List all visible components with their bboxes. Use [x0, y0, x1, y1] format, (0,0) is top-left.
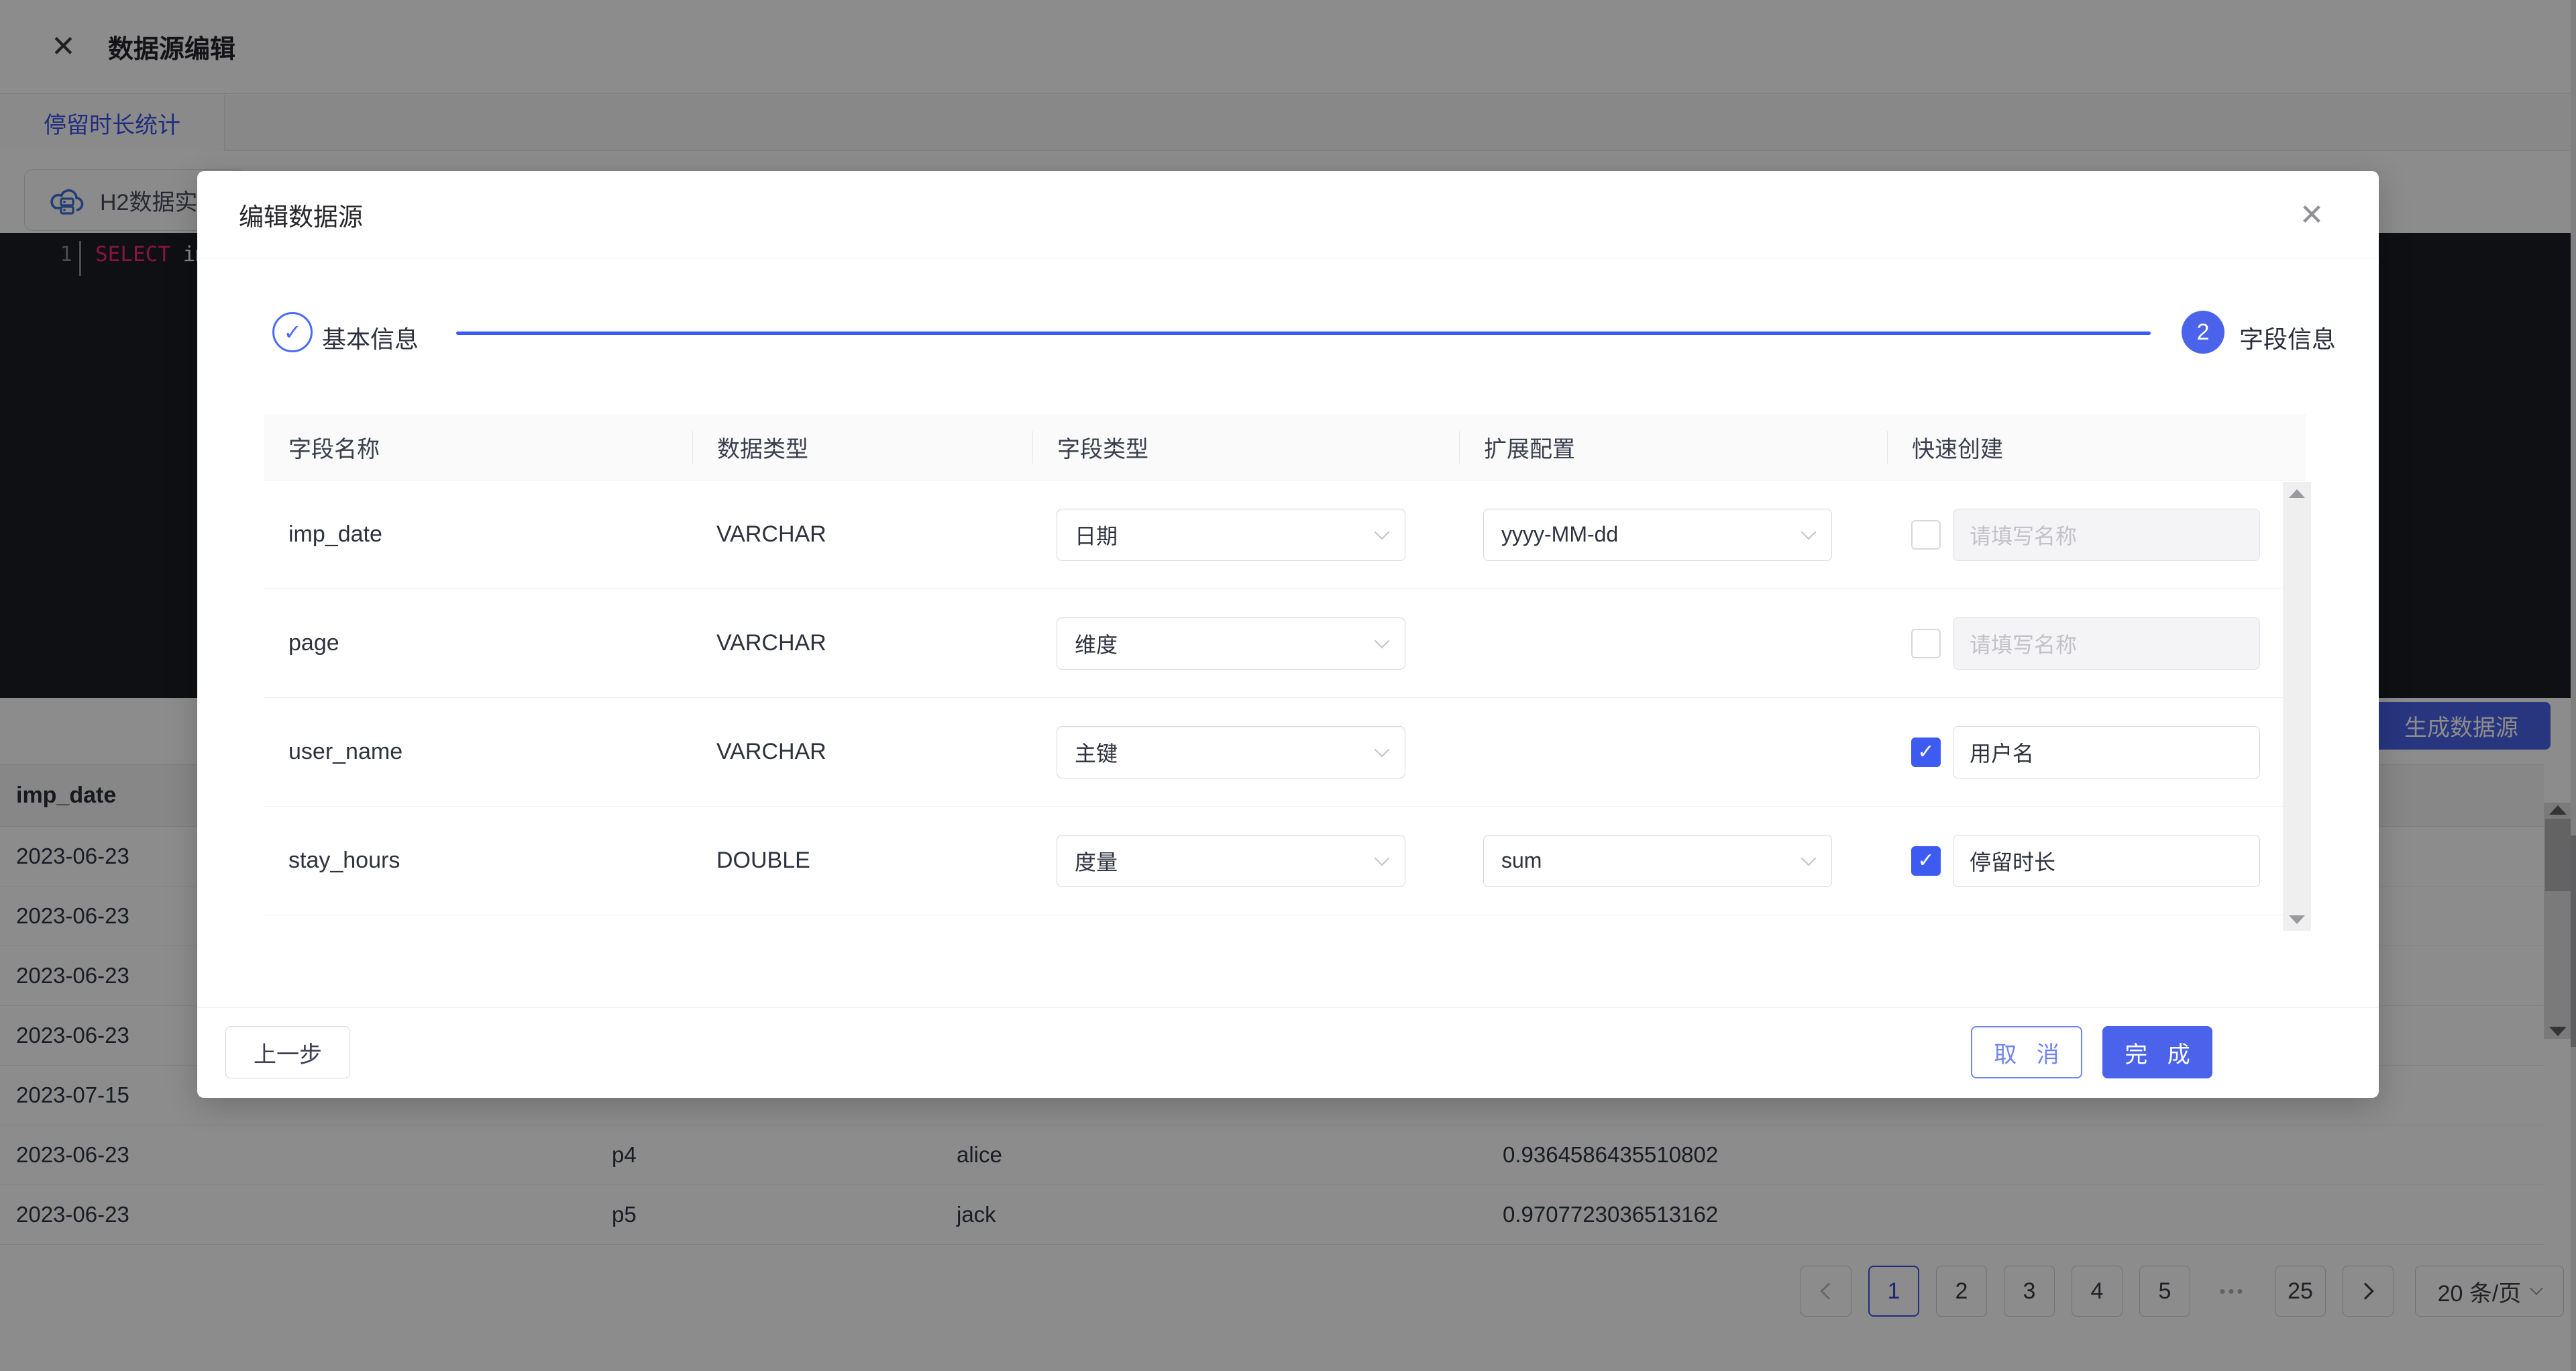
quick-create-name-input[interactable]: 请填写名称 — [1953, 509, 2260, 561]
field-name: stay_hours — [264, 848, 692, 874]
field-name: page — [264, 630, 692, 656]
modal-title: 编辑数据源 — [239, 197, 363, 233]
close-icon[interactable]: ✕ — [2271, 171, 2352, 258]
field-type-select[interactable]: 主键 — [1057, 726, 1405, 778]
step2-label: 字段信息 — [2239, 320, 2336, 355]
field-table-header: 字段名称数据类型字段类型扩展配置快速创建 — [264, 414, 2306, 480]
field-column-header: 扩展配置 — [1459, 431, 1887, 464]
edit-datasource-modal: 编辑数据源 ✕ ✓ 基本信息 2 字段信息 字段名称数据类型字段类型扩展配置快速… — [197, 171, 2379, 1098]
field-table-body: imp_dateVARCHAR日期yyyy-MM-dd请填写名称pageVARC… — [264, 480, 2306, 915]
step-connector — [456, 332, 2151, 335]
field-type-select[interactable]: 度量 — [1057, 835, 1405, 887]
chevron-down-icon — [1801, 850, 1817, 866]
input-placeholder: 请填写名称 — [1970, 628, 2077, 659]
modal-footer: 上一步 取 消 完 成 — [197, 1007, 2379, 1098]
scroll-up-icon[interactable] — [2283, 485, 2311, 502]
field-type-select[interactable]: 日期 — [1057, 509, 1405, 561]
field-row: user_nameVARCHAR 主键 ✓ 用户名 — [264, 697, 2306, 806]
field-row: pageVARCHAR 维度 请填写名称 — [264, 589, 2306, 697]
chevron-down-icon — [1375, 850, 1390, 866]
field-type-value: 日期 — [1075, 519, 1118, 550]
field-name: user_name — [264, 739, 692, 765]
quick-create-cell: 请填写名称 — [1887, 509, 2306, 561]
chevron-down-icon — [1375, 742, 1390, 757]
stepper: ✓ 基本信息 2 字段信息 — [197, 312, 2379, 359]
quick-create-checkbox[interactable]: ✓ — [1911, 738, 1941, 767]
field-type-value: 维度 — [1075, 628, 1118, 659]
ext-config-select[interactable]: yyyy-MM-dd — [1483, 509, 1832, 561]
field-data-type: DOUBLE — [692, 848, 1032, 874]
quick-create-name-input[interactable]: 用户名 — [1953, 726, 2260, 778]
previous-step-button[interactable]: 上一步 — [225, 1026, 350, 1078]
field-type-select[interactable]: 维度 — [1057, 617, 1405, 670]
quick-create-cell: 请填写名称 — [1887, 617, 2306, 670]
field-column-header: 数据类型 — [692, 431, 1032, 464]
scroll-down-icon[interactable] — [2283, 911, 2311, 928]
chevron-down-icon — [1375, 633, 1390, 648]
chevron-down-icon — [1375, 524, 1390, 540]
step2-badge: 2 — [2182, 311, 2224, 354]
field-table-scrollbar[interactable] — [2283, 482, 2311, 931]
quick-create-checkbox[interactable]: ✓ — [1911, 846, 1941, 876]
ext-config-value: yyyy-MM-dd — [1501, 522, 1618, 547]
field-type-value: 主键 — [1075, 737, 1118, 768]
field-column-header: 快速创建 — [1887, 431, 2306, 464]
quick-create-name-input[interactable]: 停留时长 — [1953, 835, 2260, 887]
quick-create-checkbox[interactable] — [1911, 520, 1941, 550]
app-root: ✕ 数据源编辑 停留时长统计 H2数据实例 1 SELECT imp — [0, 0, 2576, 1371]
quick-create-cell: ✓ 用户名 — [1887, 726, 2306, 778]
quick-create-checkbox[interactable] — [1911, 629, 1941, 658]
ext-config-select[interactable]: sum — [1483, 835, 1832, 887]
field-column-header: 字段类型 — [1032, 431, 1459, 464]
field-data-type: VARCHAR — [692, 521, 1032, 548]
field-name: imp_date — [264, 521, 692, 548]
step1-label: 基本信息 — [322, 320, 419, 355]
field-config-table: 字段名称数据类型字段类型扩展配置快速创建 imp_dateVARCHAR日期yy… — [264, 414, 2306, 915]
input-placeholder: 请填写名称 — [1970, 519, 2077, 550]
field-row: stay_hoursDOUBLE 度量 sum ✓ 停留时长 — [264, 806, 2306, 915]
done-button[interactable]: 完 成 — [2102, 1026, 2212, 1078]
field-type-value: 度量 — [1075, 846, 1118, 876]
field-column-header: 字段名称 — [264, 431, 692, 464]
field-row: imp_dateVARCHAR 日期 yyyy-MM-dd 请填写名称 — [264, 480, 2306, 589]
ext-config-value: sum — [1501, 848, 1542, 873]
modal-header: 编辑数据源 ✕ — [197, 171, 2379, 258]
quick-create-name-input[interactable]: 请填写名称 — [1953, 617, 2260, 670]
field-data-type: VARCHAR — [692, 630, 1032, 656]
quick-create-cell: ✓ 停留时长 — [1887, 835, 2306, 887]
field-data-type: VARCHAR — [692, 739, 1032, 765]
cancel-button[interactable]: 取 消 — [1971, 1026, 2082, 1078]
chevron-down-icon — [1801, 524, 1817, 540]
step1-check-icon: ✓ — [272, 312, 313, 352]
